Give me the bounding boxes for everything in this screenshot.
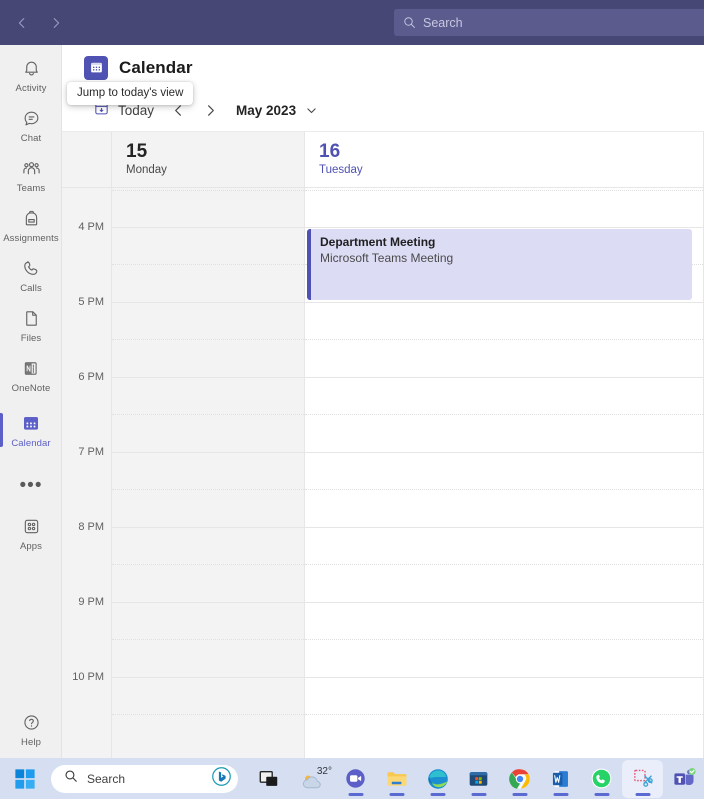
search-icon [403, 16, 416, 29]
microsoft-store-icon[interactable] [458, 760, 499, 798]
taskbar-icons: 32° [248, 759, 704, 798]
sidebar-label-assignments: Assignments [3, 233, 59, 244]
calendar-main: Calendar Jump to today's view Today May … [62, 45, 704, 758]
app-header: Calendar Jump to today's view [62, 45, 704, 105]
bell-icon [22, 56, 41, 80]
teams-calendar-window: Search Activity Chat Teams Assignments C… [0, 0, 704, 799]
people-icon [21, 156, 42, 180]
sidebar-label-apps: Apps [19, 541, 43, 552]
chrome-icon[interactable] [499, 760, 540, 798]
weather-widget[interactable]: 32° [289, 763, 335, 794]
chat-bubble-icon [22, 106, 41, 130]
taskbar-search-label: Search [87, 771, 126, 786]
calendar-icon [21, 411, 41, 435]
weather-temperature: 32° [316, 766, 332, 777]
sidebar-item-chat[interactable]: Chat [0, 99, 62, 151]
task-view-icon[interactable] [248, 760, 289, 798]
event-subtitle: Microsoft Teams Meeting [320, 251, 454, 265]
page-title: Calendar [119, 57, 193, 77]
sidebar-label-activity: Activity [15, 83, 47, 94]
day-number: 15 [126, 141, 148, 162]
current-month-label[interactable]: May 2023 [236, 103, 296, 118]
sidebar-label-teams: Teams [16, 183, 46, 194]
sidebar-item-calls[interactable]: Calls [0, 249, 62, 301]
more-options-icon: ••• [19, 475, 43, 496]
forward-icon[interactable] [46, 13, 66, 33]
teams-title-bar: Search [0, 0, 704, 45]
sidebar-label-files: Files [20, 333, 42, 344]
calendar-event[interactable]: Department Meeting Microsoft Teams Meeti… [307, 229, 692, 300]
question-circle-icon [22, 710, 41, 734]
edge-icon[interactable] [417, 760, 458, 798]
taskbar-search-input[interactable]: Search [51, 764, 238, 793]
time-label: 5 PM [78, 296, 104, 308]
time-label: 9 PM [78, 596, 104, 608]
sidebar-item-assignments[interactable]: Assignments [0, 199, 62, 251]
meet-now-icon[interactable] [335, 760, 376, 798]
file-explorer-icon[interactable] [376, 760, 417, 798]
search-icon [64, 769, 78, 788]
teams-search-input[interactable]: Search [394, 9, 704, 36]
sidebar-item-more[interactable]: ••• [0, 460, 62, 512]
day-header-monday[interactable]: 15 Monday [112, 132, 305, 187]
calendar-app-icon [84, 55, 108, 80]
back-icon[interactable] [12, 13, 32, 33]
bing-copilot-icon[interactable] [211, 766, 232, 792]
calendar-grid: 15 Monday 16 Tuesday 4 PM 5 PM 6 PM 7 PM… [62, 132, 704, 758]
sidebar-item-files[interactable]: Files [0, 299, 62, 351]
time-label: 7 PM [78, 446, 104, 458]
document-icon [22, 306, 41, 330]
day-column-monday[interactable] [112, 188, 305, 758]
time-label: 10 PM [72, 671, 104, 683]
sidebar-label-calendar: Calendar [11, 438, 51, 449]
sidebar-label-onenote: OneNote [11, 383, 51, 394]
sidebar-label-calls: Calls [20, 283, 42, 294]
day-name: Tuesday [319, 164, 363, 176]
sidebar-label-chat: Chat [20, 133, 42, 144]
day-name: Monday [126, 164, 167, 176]
windows-taskbar: Search 32° [0, 758, 704, 799]
sidebar-item-activity[interactable]: Activity [0, 49, 62, 101]
teams-search-placeholder: Search [423, 15, 463, 30]
time-label: 6 PM [78, 371, 104, 383]
calendar-scroll-area[interactable]: 4 PM 5 PM 6 PM 7 PM 8 PM 9 PM 10 PM Depa… [62, 188, 704, 758]
time-gutter: 4 PM 5 PM 6 PM 7 PM 8 PM 9 PM 10 PM [62, 188, 112, 758]
apps-grid-icon [22, 514, 41, 538]
windows-start-icon[interactable] [14, 768, 36, 790]
sidebar-item-help[interactable]: Help [0, 703, 62, 755]
app-rail: Activity Chat Teams Assignments Calls Fi… [0, 45, 62, 758]
time-label: 4 PM [78, 221, 104, 233]
day-number: 16 [319, 141, 341, 162]
word-icon[interactable] [540, 760, 581, 798]
timezone-gutter-header [62, 132, 112, 187]
backpack-icon [22, 206, 41, 230]
today-button-tooltip: Jump to today's view [67, 82, 194, 105]
day-header-row: 15 Monday 16 Tuesday [62, 132, 704, 188]
snipping-tool-icon[interactable] [622, 759, 663, 798]
day-column-tuesday[interactable]: Department Meeting Microsoft Teams Meeti… [305, 188, 704, 758]
event-title: Department Meeting [320, 235, 436, 249]
today-button-label: Today [118, 103, 155, 118]
sidebar-label-help: Help [21, 737, 41, 748]
sidebar-item-onenote[interactable]: OneNote [0, 349, 62, 401]
day-header-tuesday[interactable]: 16 Tuesday [305, 132, 704, 187]
teams-icon[interactable] [663, 760, 704, 798]
chevron-down-icon[interactable] [305, 104, 318, 117]
phone-icon [22, 256, 41, 280]
next-period-button[interactable] [196, 97, 224, 125]
history-nav [12, 13, 66, 33]
sidebar-item-calendar[interactable]: Calendar [0, 404, 62, 456]
onenote-icon [22, 356, 41, 380]
sidebar-item-teams[interactable]: Teams [0, 149, 62, 201]
time-label: 8 PM [78, 521, 104, 533]
whatsapp-icon[interactable] [581, 760, 622, 798]
sidebar-item-apps[interactable]: Apps [0, 507, 62, 559]
